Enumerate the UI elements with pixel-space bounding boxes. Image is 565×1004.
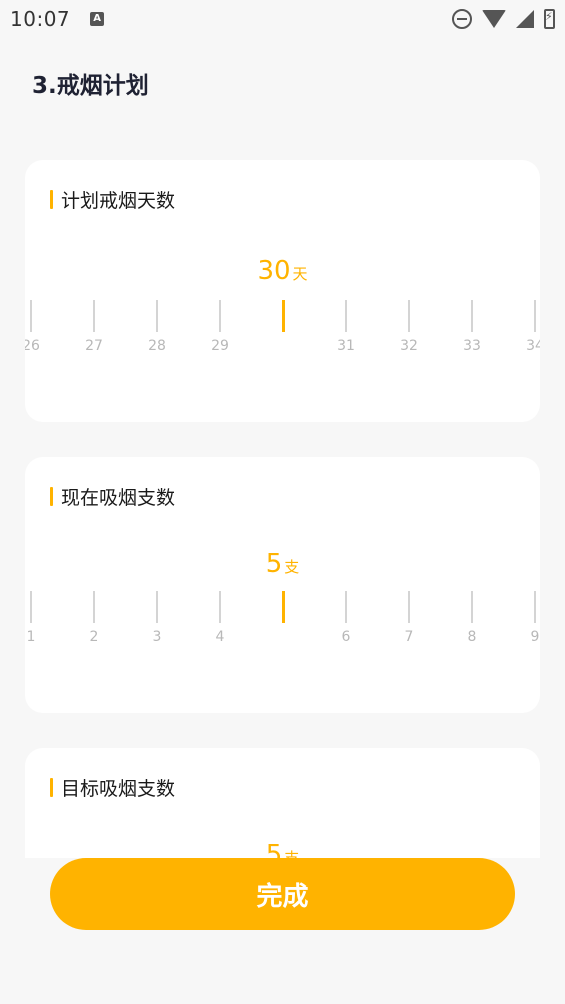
ruler-tick-label: 28 <box>148 338 166 354</box>
card-label: 现在吸烟支数 <box>50 485 176 509</box>
cell-signal-icon <box>516 10 534 28</box>
ruler-tick <box>534 300 536 332</box>
ruler-tick-label: 26 <box>25 338 40 354</box>
value-number: 5 <box>265 549 283 579</box>
ruler-tick <box>219 300 221 332</box>
ruler-tick <box>345 300 347 332</box>
ruler-tick <box>156 591 158 623</box>
card-label: 计划戒烟天数 <box>50 188 176 212</box>
ruler-tick-label: 34 <box>526 338 540 354</box>
value-unit: 支 <box>284 849 300 858</box>
current-cigarettes-label: 现在吸烟支数 <box>61 486 176 509</box>
quit-days-value: 30 天 <box>25 256 540 286</box>
ruler-tick-label: 8 <box>467 629 477 645</box>
current-cigarettes-card: 现在吸烟支数 5 支 1 2 3 4 6 7 8 9 <box>25 457 540 713</box>
done-button[interactable]: 完成 <box>50 858 515 930</box>
ruler-tick-label: 9 <box>530 629 540 645</box>
value-unit: 支 <box>284 558 300 576</box>
quit-days-card: 计划戒烟天数 30 天 26 27 28 29 31 32 33 34 <box>25 160 540 422</box>
target-cigarettes-card: 目标吸烟支数 5 支 <box>25 748 540 858</box>
target-cigarettes-value: 5 支 <box>25 840 540 858</box>
wifi-icon <box>482 10 506 28</box>
ruler-tick <box>408 591 410 623</box>
ruler-tick-label: 2 <box>89 629 99 645</box>
value-number: 30 <box>257 256 291 286</box>
ruler-tick <box>534 591 536 623</box>
current-cigarettes-value: 5 支 <box>25 549 540 579</box>
ruler-tick <box>471 300 473 332</box>
ruler-tick <box>93 300 95 332</box>
ruler-tick-label: 31 <box>337 338 355 354</box>
ruler-tick-label: 3 <box>152 629 162 645</box>
ruler-tick-label: 4 <box>215 629 225 645</box>
ruler-selected-tick <box>281 300 285 332</box>
ruler-tick <box>345 591 347 623</box>
accent-bar <box>50 189 53 209</box>
accent-bar <box>50 777 53 797</box>
ruler-tick <box>408 300 410 332</box>
do-not-disturb-icon <box>452 9 472 29</box>
ruler-tick <box>156 300 158 332</box>
ruler-tick <box>93 591 95 623</box>
ruler-tick-label: 29 <box>211 338 229 354</box>
ruler-tick-label: 7 <box>404 629 414 645</box>
status-bar: 10:07 A <box>0 0 565 38</box>
ruler-tick <box>30 591 32 623</box>
ruler-tick <box>219 591 221 623</box>
status-time: 10:07 <box>10 7 71 31</box>
ruler-selected-tick <box>281 591 285 623</box>
value-number: 5 <box>265 840 283 858</box>
ruler-tick <box>30 300 32 332</box>
card-label: 目标吸烟支数 <box>50 776 176 800</box>
ruler-tick-label: 27 <box>85 338 103 354</box>
quit-days-label: 计划戒烟天数 <box>61 189 176 212</box>
ruler-tick <box>471 591 473 623</box>
current-cigarettes-ruler[interactable]: 1 2 3 4 6 7 8 9 <box>25 591 540 651</box>
quit-days-ruler[interactable]: 26 27 28 29 31 32 33 34 <box>25 300 540 360</box>
notification-icon: A <box>90 12 105 26</box>
battery-charging-icon <box>544 9 555 29</box>
target-cigarettes-label: 目标吸烟支数 <box>61 777 176 800</box>
accent-bar <box>50 486 53 506</box>
status-icons <box>452 9 555 29</box>
page-title: 3.戒烟计划 <box>32 73 149 99</box>
ruler-tick-label: 1 <box>26 629 36 645</box>
cards-scroll-area[interactable]: 计划戒烟天数 30 天 26 27 28 29 31 32 33 34 现在吸烟支数 5 支 … <box>0 158 565 858</box>
ruler-tick-label: 6 <box>341 629 351 645</box>
ruler-tick-label: 32 <box>400 338 418 354</box>
ruler-tick-label: 33 <box>463 338 481 354</box>
value-unit: 天 <box>292 265 308 283</box>
